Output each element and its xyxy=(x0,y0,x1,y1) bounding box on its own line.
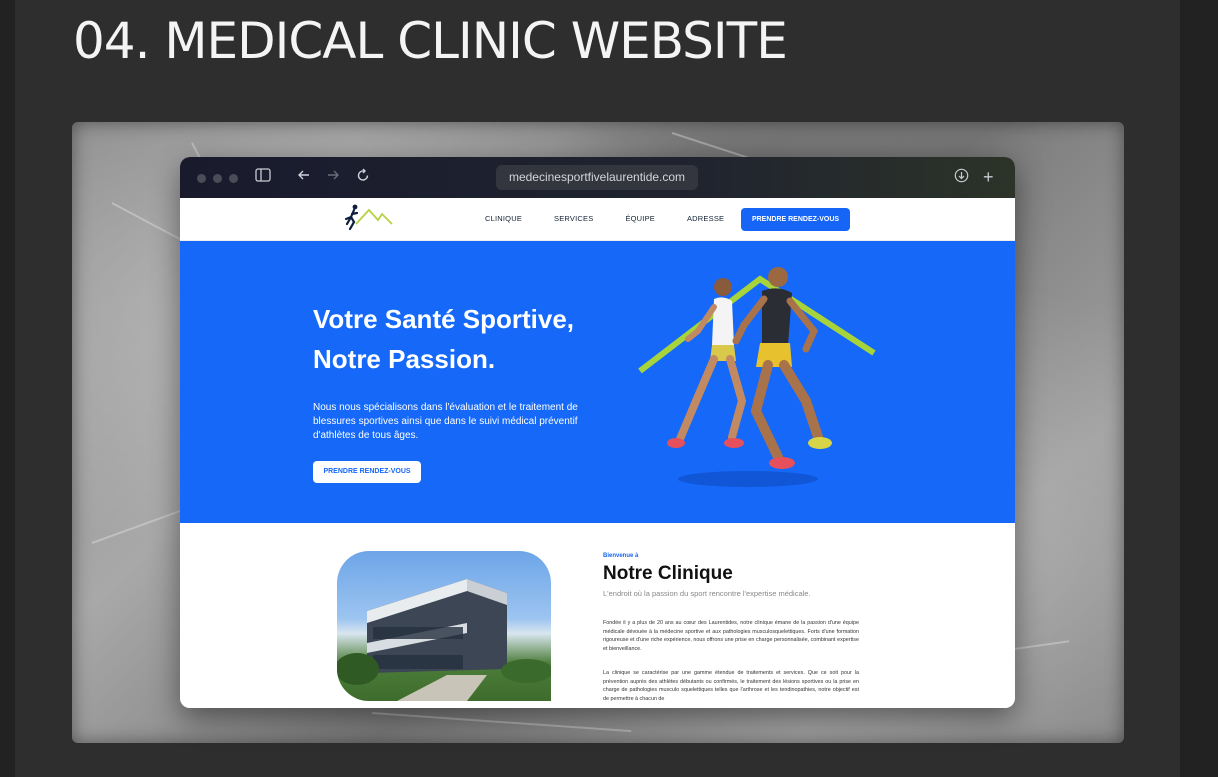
back-arrow-icon[interactable] xyxy=(297,168,311,187)
nav-adresse[interactable]: ADRESSE xyxy=(687,214,724,223)
runners-illustration xyxy=(638,267,876,487)
page-title: 04. MEDICAL CLINIC WEBSITE xyxy=(73,12,788,70)
hero-title-line1: Votre Santé Sportive, xyxy=(313,304,575,334)
browser-window: medecinesportfivelaurentide.com + CLINIQ… xyxy=(180,157,1015,708)
download-icon[interactable] xyxy=(954,168,969,188)
forward-arrow-icon[interactable] xyxy=(326,168,340,187)
window-minimize-button[interactable] xyxy=(213,174,222,183)
presentation-frame: 04. MEDICAL CLINIC WEBSITE medecinesport… xyxy=(0,0,1218,777)
about-subtitle: L'endroit où la passion du sport rencont… xyxy=(603,589,811,598)
hero-title: Votre Santé Sportive, Notre Passion. xyxy=(313,299,574,379)
about-title: Notre Clinique xyxy=(603,563,733,584)
clinic-building-photo xyxy=(337,551,551,701)
sidebar-toggle-icon[interactable] xyxy=(255,168,271,187)
hero-section: Votre Santé Sportive, Notre Passion. Nou… xyxy=(180,241,1015,523)
address-bar[interactable]: medecinesportfivelaurentide.com xyxy=(496,165,698,190)
nav-appointment-button[interactable]: PRENDRE RENDEZ-VOUS xyxy=(741,208,850,231)
nav-clinique[interactable]: CLINIQUE xyxy=(485,214,522,223)
hero-appointment-button[interactable]: PRENDRE RENDEZ-VOUS xyxy=(313,461,421,483)
site-header: CLINIQUE SERVICES ÉQUIPE ADRESSE PRENDRE… xyxy=(180,198,1015,241)
about-paragraph-1: Fondée il y a plus de 20 ans au cœur des… xyxy=(603,620,859,652)
welcome-label: Bienvenue à xyxy=(603,553,639,559)
nav-services[interactable]: SERVICES xyxy=(554,214,593,223)
main-nav: CLINIQUE SERVICES ÉQUIPE ADRESSE xyxy=(485,214,724,223)
hero-description: Nous nous spécialisons dans l'évaluation… xyxy=(313,402,578,441)
hero-title-line2: Notre Passion. xyxy=(313,344,496,374)
new-tab-icon[interactable]: + xyxy=(983,168,994,186)
nav-equipe[interactable]: ÉQUIPE xyxy=(625,214,655,223)
about-paragraph-2: La clinique se caractérise par une gamme… xyxy=(603,670,859,702)
clinic-logo[interactable] xyxy=(342,202,394,237)
window-zoom-button[interactable] xyxy=(229,174,238,183)
browser-toolbar: medecinesportfivelaurentide.com + xyxy=(180,157,1015,198)
reload-icon[interactable] xyxy=(356,168,370,187)
window-close-button[interactable] xyxy=(197,174,206,183)
about-section: Bienvenue à Notre Clinique L'endroit où … xyxy=(180,523,1015,708)
